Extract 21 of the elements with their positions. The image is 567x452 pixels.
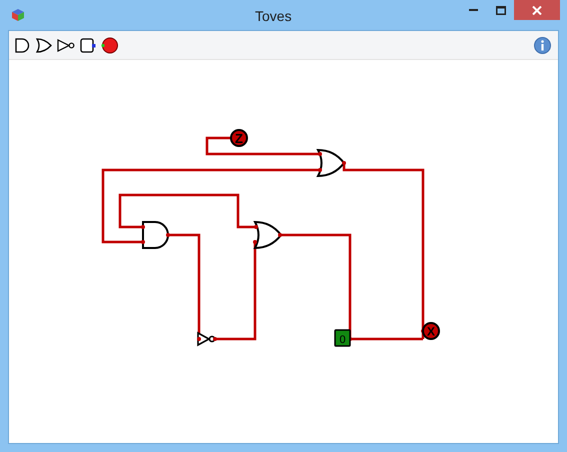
- probe-tool-icon[interactable]: [101, 36, 118, 54]
- or-gate: [317, 149, 345, 177]
- maximize-icon: [496, 6, 506, 14]
- probe-node: [230, 129, 248, 147]
- minimize-icon: [469, 9, 478, 11]
- and-gate-tool-icon[interactable]: [15, 38, 31, 52]
- input-switch[interactable]: [334, 329, 351, 347]
- close-button[interactable]: [514, 0, 560, 20]
- window-title: Toves: [255, 7, 292, 26]
- info-icon[interactable]: [534, 36, 551, 54]
- switch-tool-icon[interactable]: [80, 38, 96, 52]
- close-icon: [532, 6, 542, 14]
- app-cube-icon: [11, 8, 25, 22]
- output-node: [422, 322, 440, 340]
- switch-label: 0: [339, 334, 346, 346]
- not-gate-tool-icon[interactable]: [57, 38, 75, 52]
- and-gate: [142, 221, 169, 249]
- probe-label: Z: [235, 131, 243, 146]
- or-gate: [254, 221, 282, 249]
- or-gate-tool-icon[interactable]: [36, 38, 52, 52]
- output-label: X: [427, 324, 435, 338]
